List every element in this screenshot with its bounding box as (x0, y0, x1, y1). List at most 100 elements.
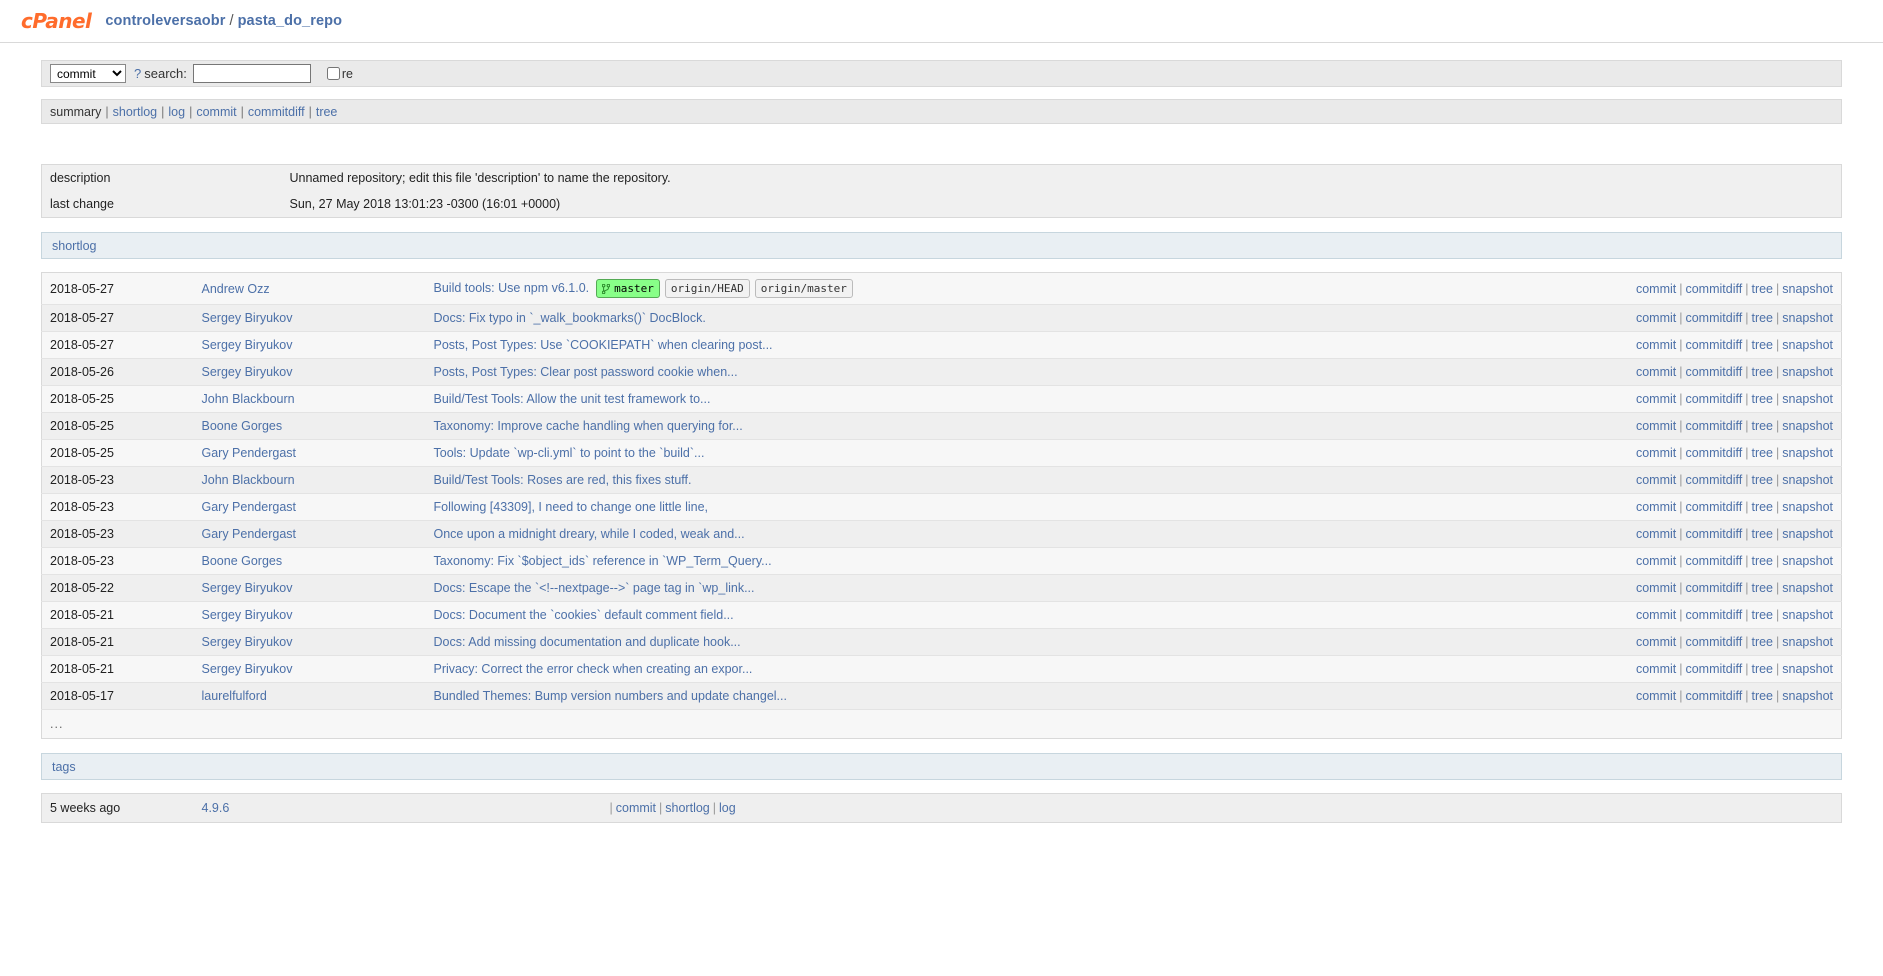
action-commit-link[interactable]: commit (1636, 311, 1676, 325)
commit-message-link[interactable]: Bundled Themes: Bump version numbers and… (434, 689, 787, 703)
commit-message-link[interactable]: Following [43309], I need to change one … (434, 500, 709, 514)
action-commitdiff-link[interactable]: commitdiff (1685, 419, 1742, 433)
action-commit-link[interactable]: commit (1636, 608, 1676, 622)
tag-action-log-link[interactable]: log (719, 801, 736, 815)
action-commit-link[interactable]: commit (1636, 282, 1676, 296)
action-snapshot-link[interactable]: snapshot (1782, 311, 1833, 325)
search-help-link[interactable]: ? (134, 66, 141, 81)
commit-author-link[interactable]: Boone Gorges (202, 554, 283, 568)
action-tree-link[interactable]: tree (1751, 662, 1773, 676)
commit-author-link[interactable]: Sergey Biryukov (202, 581, 293, 595)
action-commitdiff-link[interactable]: commitdiff (1685, 500, 1742, 514)
commit-message-link[interactable]: Build tools: Use npm v6.1.0. (434, 281, 590, 295)
search-input[interactable] (192, 64, 311, 83)
action-tree-link[interactable]: tree (1751, 527, 1773, 541)
action-tree-link[interactable]: tree (1751, 635, 1773, 649)
tag-action-shortlog-link[interactable]: shortlog (665, 801, 709, 815)
commit-author-link[interactable]: Sergey Biryukov (202, 365, 293, 379)
commit-author-link[interactable]: Sergey Biryukov (202, 662, 293, 676)
commit-message-link[interactable]: Privacy: Correct the error check when cr… (434, 662, 753, 676)
action-commit-link[interactable]: commit (1636, 365, 1676, 379)
nav-item-log[interactable]: log (168, 105, 185, 119)
action-commit-link[interactable]: commit (1636, 689, 1676, 703)
action-snapshot-link[interactable]: snapshot (1782, 608, 1833, 622)
action-tree-link[interactable]: tree (1751, 419, 1773, 433)
commit-message-link[interactable]: Tools: Update `wp-cli.yml` to point to t… (434, 446, 705, 460)
action-commit-link[interactable]: commit (1636, 419, 1676, 433)
shortlog-title-link[interactable]: shortlog (52, 239, 96, 253)
action-commit-link[interactable]: commit (1636, 500, 1676, 514)
action-tree-link[interactable]: tree (1751, 282, 1773, 296)
action-commitdiff-link[interactable]: commitdiff (1685, 473, 1742, 487)
action-commitdiff-link[interactable]: commitdiff (1685, 608, 1742, 622)
commit-author-link[interactable]: Andrew Ozz (202, 282, 270, 296)
action-commit-link[interactable]: commit (1636, 473, 1676, 487)
action-commitdiff-link[interactable]: commitdiff (1685, 311, 1742, 325)
commit-message-link[interactable]: Once upon a midnight dreary, while I cod… (434, 527, 745, 541)
action-commit-link[interactable]: commit (1636, 635, 1676, 649)
action-commitdiff-link[interactable]: commitdiff (1685, 689, 1742, 703)
action-commitdiff-link[interactable]: commitdiff (1685, 446, 1742, 460)
action-snapshot-link[interactable]: snapshot (1782, 338, 1833, 352)
action-snapshot-link[interactable]: snapshot (1782, 365, 1833, 379)
commit-message-link[interactable]: Docs: Escape the `<!--nextpage-->` page … (434, 581, 755, 595)
tag-name-link[interactable]: 4.9.6 (202, 801, 230, 815)
action-commitdiff-link[interactable]: commitdiff (1685, 392, 1742, 406)
action-snapshot-link[interactable]: snapshot (1782, 446, 1833, 460)
commit-author-link[interactable]: John Blackbourn (202, 392, 295, 406)
nav-item-commit[interactable]: commit (196, 105, 236, 119)
action-tree-link[interactable]: tree (1751, 446, 1773, 460)
commit-author-link[interactable]: Gary Pendergast (202, 446, 297, 460)
action-commit-link[interactable]: commit (1636, 581, 1676, 595)
action-commitdiff-link[interactable]: commitdiff (1685, 282, 1742, 296)
commit-author-link[interactable]: Sergey Biryukov (202, 608, 293, 622)
commit-author-link[interactable]: laurelfulford (202, 689, 267, 703)
action-tree-link[interactable]: tree (1751, 473, 1773, 487)
action-tree-link[interactable]: tree (1751, 608, 1773, 622)
action-snapshot-link[interactable]: snapshot (1782, 662, 1833, 676)
action-tree-link[interactable]: tree (1751, 500, 1773, 514)
action-commitdiff-link[interactable]: commitdiff (1685, 581, 1742, 595)
action-commit-link[interactable]: commit (1636, 527, 1676, 541)
search-type-select[interactable]: commitauthorcommitterpickaxegrep (50, 64, 126, 83)
commit-author-link[interactable]: Boone Gorges (202, 419, 283, 433)
breadcrumb-repo-link[interactable]: pasta_do_repo (238, 13, 342, 29)
action-tree-link[interactable]: tree (1751, 581, 1773, 595)
action-commit-link[interactable]: commit (1636, 446, 1676, 460)
commit-message-link[interactable]: Build/Test Tools: Roses are red, this fi… (434, 473, 692, 487)
action-commitdiff-link[interactable]: commitdiff (1685, 365, 1742, 379)
action-tree-link[interactable]: tree (1751, 338, 1773, 352)
action-snapshot-link[interactable]: snapshot (1782, 635, 1833, 649)
tags-title-link[interactable]: tags (52, 760, 76, 774)
commit-message-link[interactable]: Posts, Post Types: Use `COOKIEPATH` when… (434, 338, 773, 352)
commit-message-link[interactable]: Docs: Document the `cookies` default com… (434, 608, 734, 622)
nav-item-shortlog[interactable]: shortlog (113, 105, 157, 119)
action-snapshot-link[interactable]: snapshot (1782, 282, 1833, 296)
commit-message-link[interactable]: Taxonomy: Fix `$object_ids` reference in… (434, 554, 772, 568)
action-commitdiff-link[interactable]: commitdiff (1685, 527, 1742, 541)
shortlog-more-row[interactable]: ... (41, 709, 1842, 739)
action-tree-link[interactable]: tree (1751, 392, 1773, 406)
ref-badge-origin-head[interactable]: origin/HEAD (664, 279, 750, 298)
action-tree-link[interactable]: tree (1751, 311, 1773, 325)
action-commit-link[interactable]: commit (1636, 554, 1676, 568)
action-snapshot-link[interactable]: snapshot (1782, 689, 1833, 703)
commit-author-link[interactable]: Gary Pendergast (202, 527, 297, 541)
action-snapshot-link[interactable]: snapshot (1782, 554, 1833, 568)
ref-badge-origin-master[interactable]: origin/master (754, 279, 853, 298)
search-regexp-checkbox[interactable] (326, 67, 340, 80)
action-commitdiff-link[interactable]: commitdiff (1685, 662, 1742, 676)
commit-message-link[interactable]: Build/Test Tools: Allow the unit test fr… (434, 392, 711, 406)
breadcrumb-project-link[interactable]: controleversaobr (105, 13, 225, 29)
commit-author-link[interactable]: Sergey Biryukov (202, 311, 293, 325)
action-commitdiff-link[interactable]: commitdiff (1685, 554, 1742, 568)
commit-message-link[interactable]: Docs: Add missing documentation and dupl… (434, 635, 741, 649)
commit-message-link[interactable]: Posts, Post Types: Clear post password c… (434, 365, 738, 379)
action-commitdiff-link[interactable]: commitdiff (1685, 635, 1742, 649)
action-snapshot-link[interactable]: snapshot (1782, 527, 1833, 541)
action-tree-link[interactable]: tree (1751, 689, 1773, 703)
action-tree-link[interactable]: tree (1751, 365, 1773, 379)
ref-badge-master[interactable]: master (596, 279, 660, 298)
commit-author-link[interactable]: Sergey Biryukov (202, 635, 293, 649)
commit-author-link[interactable]: Sergey Biryukov (202, 338, 293, 352)
